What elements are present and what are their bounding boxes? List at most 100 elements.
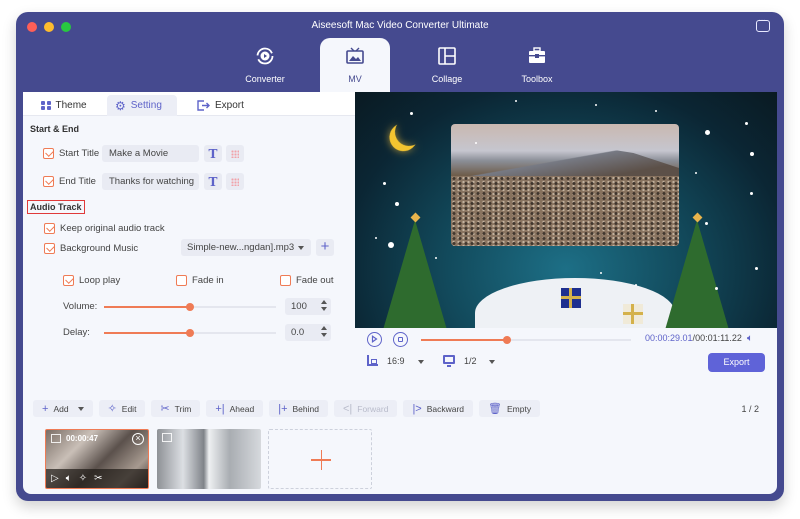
end-title-checkbox[interactable] [43, 176, 54, 187]
play-button[interactable] [367, 332, 382, 347]
backward-button[interactable]: |> Backward [403, 400, 474, 417]
subtab-setting-label: Setting [130, 100, 162, 111]
film-icon [162, 433, 172, 442]
chat-bubble-icon[interactable] [756, 15, 770, 32]
clip-thumbnail[interactable]: 00:00:47 × ▷ 🔈︎ ✧ ✂ [45, 429, 149, 489]
arrow-down-icon[interactable] [321, 307, 327, 311]
export-icon [197, 100, 210, 111]
empty-button[interactable]: 🗑︎ Empty [479, 400, 541, 417]
delay-slider[interactable] [104, 329, 276, 337]
snowflake [410, 112, 413, 115]
arrow-down-icon[interactable] [321, 333, 327, 337]
start-title-label: Start Title [59, 148, 100, 159]
volume-slider[interactable] [104, 303, 276, 311]
subtab-export[interactable]: Export [189, 95, 252, 116]
aspect-ratio-icon [367, 355, 378, 366]
snowflake [695, 172, 697, 174]
plus-icon: + [320, 238, 330, 255]
video-preview[interactable] [355, 92, 777, 328]
start-title-checkbox[interactable] [43, 148, 54, 159]
scissors-icon[interactable]: ✂ [94, 473, 102, 484]
snowflake [375, 237, 377, 239]
tab-converter[interactable]: Converter [230, 38, 300, 92]
add-clip-placeholder[interactable] [268, 429, 372, 489]
play-icon[interactable]: ▷ [51, 473, 59, 484]
volume-stepper[interactable]: 100 [285, 298, 331, 315]
fade-in-checkbox[interactable] [176, 275, 187, 286]
clip-thumbnail[interactable] [157, 429, 261, 489]
volume-label: Volume: [63, 301, 98, 312]
stepper-arrows[interactable] [321, 300, 327, 311]
loop-play-row[interactable]: Loop play [63, 275, 120, 286]
delay-slider-handle[interactable] [186, 329, 194, 337]
snowflake [750, 192, 753, 195]
move-backward-icon: |> [412, 402, 422, 415]
delay-stepper[interactable]: 0.0 [285, 324, 331, 341]
arrow-up-icon[interactable] [321, 300, 327, 304]
trim-button[interactable]: ✂ Trim [151, 400, 201, 417]
end-title-font-button[interactable]: T [204, 173, 222, 190]
trash-icon: 🗑︎ [488, 403, 503, 415]
add-music-button[interactable]: + [316, 239, 334, 256]
plus-icon-vertical [320, 450, 322, 470]
background-music-row[interactable]: Background Music [44, 243, 138, 254]
text-font-icon: T [208, 174, 218, 189]
snowflake [705, 130, 710, 135]
playback-progress[interactable] [421, 336, 631, 344]
tab-toolbox[interactable]: Toolbox [502, 38, 572, 92]
arrow-up-icon[interactable] [321, 326, 327, 330]
snowflake [435, 257, 437, 259]
keep-original-row[interactable]: Keep original audio track [44, 223, 165, 234]
end-title-input[interactable]: Thanks for watching [102, 173, 199, 190]
background-music-select[interactable]: Simple-new...ngdan].mp3 [181, 239, 311, 256]
snowflake [750, 152, 754, 156]
behind-button[interactable]: |+ Behind [269, 400, 328, 417]
subtab-theme[interactable]: Theme [33, 95, 95, 116]
fade-out-checkbox[interactable] [280, 275, 291, 286]
scissors-icon: ✂ [160, 403, 170, 415]
color-dots-icon [231, 177, 239, 186]
play-icon [371, 335, 378, 343]
aspect-ratio-dropdown-icon[interactable] [418, 360, 424, 364]
start-title-checkbox-row[interactable]: Start Title [43, 148, 99, 159]
export-button[interactable]: Export [708, 353, 765, 372]
tab-mv[interactable]: MV [320, 38, 390, 92]
volume-slider-handle[interactable] [186, 303, 194, 311]
start-title-color-button[interactable] [226, 145, 244, 162]
stepper-arrows[interactable] [321, 326, 327, 337]
subtab-setting[interactable]: ⚙ Setting [107, 95, 177, 116]
time-readout: 00:00:29.01/00:01:11.22 [645, 333, 742, 343]
preview-photo [451, 124, 679, 246]
edit-button[interactable]: ✧ Edit [98, 400, 146, 417]
ahead-button[interactable]: +| Ahead [206, 400, 264, 417]
background-music-checkbox[interactable] [44, 243, 55, 254]
chevron-down-icon[interactable] [77, 406, 84, 411]
moon-decoration [391, 114, 427, 150]
forward-button[interactable]: <| Forward [333, 400, 398, 417]
screen-ratio-dropdown-icon[interactable] [489, 360, 495, 364]
fade-in-row[interactable]: Fade in [176, 275, 224, 286]
loop-play-checkbox[interactable] [63, 275, 74, 286]
main-content: Theme ⚙ Setting Export Start & End Start… [23, 92, 777, 494]
screen-ratio-value[interactable]: 1/2 [464, 356, 477, 366]
stop-button[interactable] [393, 332, 408, 347]
magic-wand-icon[interactable]: ✧ [79, 473, 87, 484]
volume-icon[interactable]: 🔈︎ [747, 333, 753, 344]
fade-out-row[interactable]: Fade out [280, 275, 334, 286]
end-title-color-button[interactable] [226, 173, 244, 190]
volume-icon[interactable]: 🔈︎ [66, 473, 72, 484]
start-title-font-button[interactable]: T [204, 145, 222, 162]
tab-collage[interactable]: Collage [412, 38, 482, 92]
total-time: 00:01:11.22 [695, 333, 742, 343]
add-button[interactable]: + Add [33, 400, 93, 417]
snowflake [715, 287, 718, 290]
christmas-tree-left [383, 220, 447, 328]
app-window: Aiseesoft Mac Video Converter Ultimate C… [16, 12, 784, 501]
aspect-ratio-value[interactable]: 16:9 [387, 356, 405, 366]
start-title-input[interactable]: Make a Movie [102, 145, 199, 162]
end-title-checkbox-row[interactable]: End Title [43, 176, 96, 187]
progress-handle[interactable] [503, 336, 512, 344]
keep-original-checkbox[interactable] [44, 223, 55, 234]
window-title: Aiseesoft Mac Video Converter Ultimate [311, 20, 489, 31]
remove-clip-icon[interactable]: × [132, 433, 144, 445]
